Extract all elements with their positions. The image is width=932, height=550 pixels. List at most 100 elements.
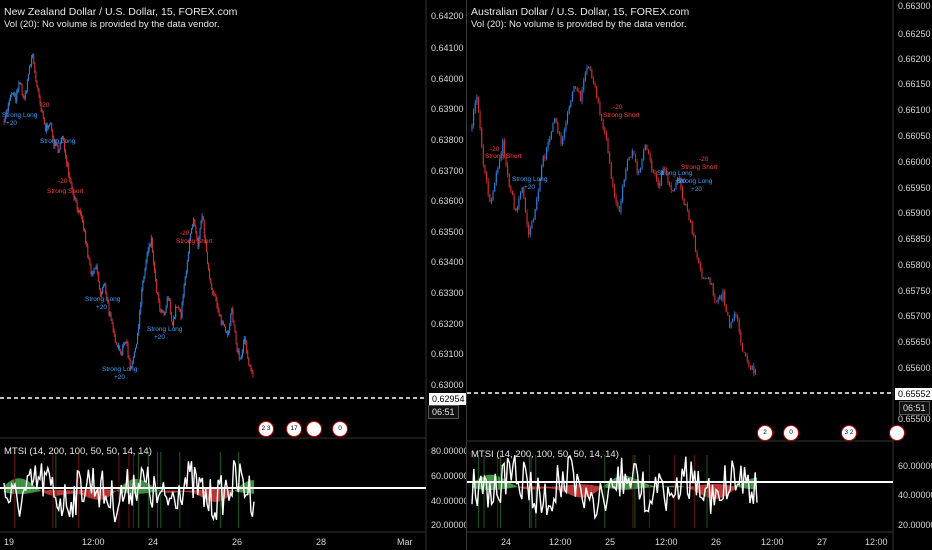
- candle-body: [152, 252, 154, 264]
- candle-body: [128, 355, 130, 360]
- candle-body: [118, 345, 120, 348]
- candle-body: [84, 229, 86, 232]
- candle-body: [670, 184, 672, 190]
- price-axis-label: 0.65900: [898, 208, 931, 218]
- indicator-title[interactable]: MTSI (14, 200, 100, 50, 50, 14, 14): [4, 446, 152, 457]
- candle-body: [625, 169, 627, 180]
- flag-event-icon[interactable]: [306, 421, 322, 437]
- candle-body: [521, 187, 523, 193]
- candle-body: [185, 271, 187, 277]
- candle-body: [16, 91, 18, 102]
- price-axis-label: 0.66300: [898, 1, 931, 11]
- candle-body: [150, 237, 152, 246]
- candle-body: [58, 149, 60, 153]
- candle-body: [520, 192, 522, 199]
- candle-body: [85, 231, 87, 244]
- price-axis-label: 0.64200: [431, 11, 464, 21]
- candle-body: [137, 333, 139, 344]
- candle-body: [248, 358, 250, 365]
- candle-body: [558, 132, 561, 135]
- candle-body: [570, 101, 572, 108]
- candle-body: [550, 131, 552, 139]
- candle-body: [77, 209, 79, 213]
- audusd-chart-pane[interactable]: Australian Dollar / U.S. Dollar, 15, FOR…: [467, 0, 932, 550]
- signal-label: Strong Long: [85, 296, 121, 303]
- candle-body: [155, 270, 157, 280]
- candle-body: [158, 294, 160, 301]
- mtsi-band: [17, 478, 21, 495]
- candle-body: [232, 308, 234, 320]
- candle-body: [722, 291, 724, 300]
- candle-body: [560, 134, 562, 145]
- nzdusd-chart-pane[interactable]: New Zealand Dollar / U.S. Dollar, 15, FO…: [0, 0, 466, 550]
- candle-body: [175, 306, 177, 318]
- candle-body: [112, 323, 114, 332]
- price-axis-label: 0.65750: [898, 286, 931, 296]
- signal-label: +20: [691, 186, 703, 193]
- signal-label: -20: [613, 104, 623, 111]
- candle-body: [617, 203, 619, 206]
- audusd-plot-area[interactable]: [467, 0, 932, 550]
- news-event-icon[interactable]: 17: [286, 421, 302, 437]
- candle-body: [743, 351, 745, 353]
- candle-body: [82, 216, 84, 222]
- calendar-event-icon[interactable]: 0: [332, 421, 348, 437]
- mtsi-band: [671, 485, 675, 488]
- candle-body: [178, 307, 180, 309]
- candle-body: [13, 93, 15, 95]
- candle-body: [171, 312, 173, 322]
- candle-body: [584, 72, 586, 81]
- earnings-event-icon[interactable]: 2 3: [258, 421, 274, 437]
- candle-body: [724, 291, 726, 305]
- candle-body: [704, 278, 706, 279]
- candle-body: [557, 122, 559, 133]
- candle-body: [709, 277, 711, 285]
- earnings-event-icon[interactable]: 2: [757, 425, 773, 441]
- candle-body: [19, 83, 21, 84]
- candle-body: [537, 191, 539, 199]
- candle-body: [133, 351, 135, 358]
- candle-body: [186, 261, 188, 272]
- flag-event-icon[interactable]: [889, 425, 905, 441]
- candle-body: [164, 312, 166, 315]
- price-axis-label: 0.66100: [898, 105, 931, 115]
- candle-body: [86, 243, 88, 246]
- time-axis-label: 24: [501, 537, 512, 547]
- mtsi-band: [510, 482, 514, 489]
- candle-body: [735, 314, 737, 317]
- candle-body: [623, 179, 625, 187]
- candle-body: [109, 313, 111, 315]
- candle-body: [36, 80, 38, 87]
- candle-body: [7, 103, 9, 112]
- candle-body: [552, 122, 554, 132]
- signal-label: -20: [58, 178, 68, 185]
- candle-body: [235, 332, 237, 344]
- nzdusd-plot-area[interactable]: [0, 0, 466, 550]
- candle-body: [696, 251, 698, 258]
- time-axis-label: 26: [711, 537, 722, 547]
- indicator-axis-label: 80.00000: [431, 446, 466, 456]
- candle-body: [236, 343, 238, 352]
- candle-body: [34, 63, 36, 73]
- candle-body: [691, 222, 693, 234]
- news-event-icon[interactable]: 0: [783, 425, 799, 441]
- mtsi-band: [167, 490, 171, 493]
- candle-body: [751, 365, 753, 370]
- chart-symbol-title[interactable]: Australian Dollar / U.S. Dollar, 15, FOR…: [471, 6, 689, 18]
- candle-body: [180, 311, 182, 318]
- signal-label: +20: [114, 374, 126, 381]
- indicator-title[interactable]: MTSI (14, 200, 100, 50, 50, 14, 14): [471, 449, 619, 460]
- calendar-event-icon[interactable]: 3 2: [841, 425, 857, 441]
- candle-body: [592, 77, 595, 84]
- candle-body: [90, 264, 92, 275]
- candle-body: [148, 245, 150, 250]
- candle-body: [497, 168, 499, 173]
- candle-body: [602, 120, 604, 129]
- candle-body: [252, 372, 254, 376]
- chart-symbol-title[interactable]: New Zealand Dollar / U.S. Dollar, 15, FO…: [4, 6, 237, 18]
- candle-body: [644, 144, 646, 150]
- candle-body: [9, 95, 11, 101]
- price-axis-label: 0.63300: [431, 288, 464, 298]
- indicator-axis-label: 40.00000: [898, 490, 932, 500]
- candle-body: [498, 158, 501, 169]
